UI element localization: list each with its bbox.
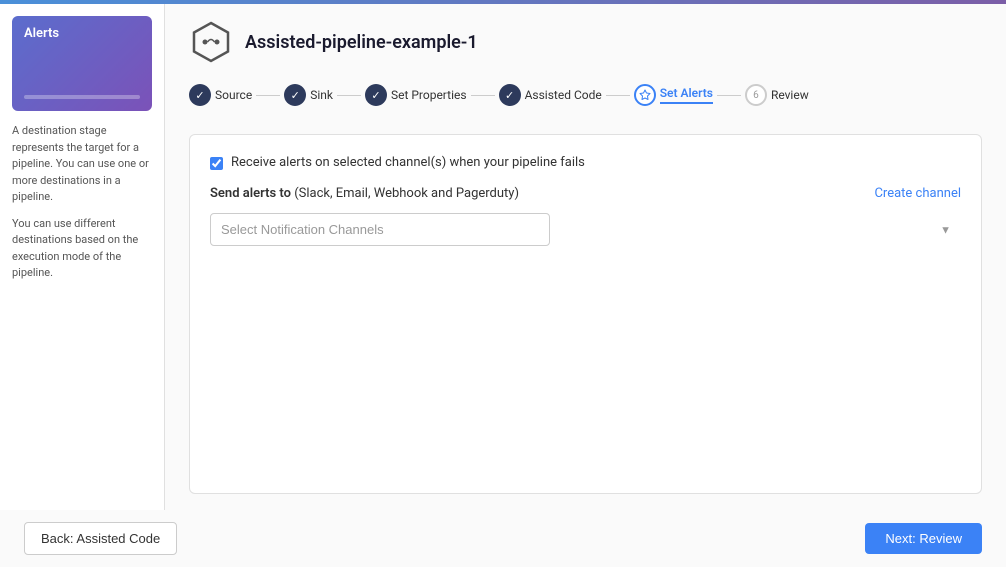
- step-assisted-label: Assisted Code: [525, 88, 602, 102]
- sidebar-description-1: A destination stage represents the targe…: [12, 123, 152, 206]
- notification-channels-dropdown[interactable]: Select Notification Channels: [210, 213, 550, 246]
- sep-3: [471, 95, 495, 96]
- step-review-icon: 6: [745, 84, 767, 106]
- sep-4: [606, 95, 630, 96]
- next-button[interactable]: Next: Review: [865, 523, 982, 554]
- step-set-properties[interactable]: ✓ Set Properties: [365, 84, 467, 106]
- create-channel-link[interactable]: Create channel: [874, 186, 961, 201]
- dropdown-container: Select Notification Channels ▼: [210, 213, 961, 246]
- step-alerts-icon: [634, 84, 656, 106]
- pipeline-title: Assisted-pipeline-example-1: [245, 32, 478, 53]
- stepper: ✓ Source ✓ Sink ✓ Set Properties ✓ Assis…: [189, 84, 982, 106]
- send-alerts-row: Send alerts to (Slack, Email, Webhook an…: [210, 186, 961, 201]
- footer-buttons: Back: Assisted Code Next: Review: [0, 510, 1006, 567]
- step-alerts-label: Set Alerts: [660, 86, 713, 104]
- sidebar-description-2: You can use different destinations based…: [12, 216, 152, 282]
- step-assisted-code[interactable]: ✓ Assisted Code: [499, 84, 602, 106]
- sep-1: [256, 95, 280, 96]
- step-sink[interactable]: ✓ Sink: [284, 84, 333, 106]
- sidebar-card: Alerts: [12, 16, 152, 111]
- sidebar-card-title: Alerts: [24, 26, 59, 41]
- step-set-alerts[interactable]: Set Alerts: [634, 84, 713, 106]
- content-header: Assisted-pipeline-example-1: [189, 20, 982, 64]
- step-review[interactable]: 6 Review: [745, 84, 809, 106]
- content-area: Assisted-pipeline-example-1 ✓ Source ✓ S…: [165, 4, 1006, 510]
- back-button[interactable]: Back: Assisted Code: [24, 522, 177, 555]
- step-assisted-icon: ✓: [499, 84, 521, 106]
- sidebar: Alerts A destination stage represents th…: [0, 4, 165, 510]
- sep-2: [337, 95, 361, 96]
- step-source[interactable]: ✓ Source: [189, 84, 252, 106]
- sidebar-description: A destination stage represents the targe…: [12, 123, 152, 292]
- send-alerts-sub: (Slack, Email, Webhook and Pagerduty): [294, 186, 519, 201]
- step-sink-icon: ✓: [284, 84, 306, 106]
- sidebar-card-bar: [24, 95, 140, 99]
- step-source-icon: ✓: [189, 84, 211, 106]
- step-review-label: Review: [771, 88, 809, 102]
- step-properties-label: Set Properties: [391, 88, 467, 102]
- send-alerts-label: Send alerts to (Slack, Email, Webhook an…: [210, 186, 874, 201]
- step-source-label: Source: [215, 88, 252, 102]
- checkbox-row: Receive alerts on selected channel(s) wh…: [210, 155, 961, 170]
- pipeline-icon: [189, 20, 233, 64]
- main-layout: Alerts A destination stage represents th…: [0, 4, 1006, 510]
- form-area: Receive alerts on selected channel(s) wh…: [189, 134, 982, 494]
- dropdown-arrow-icon: ▼: [940, 223, 951, 236]
- sep-5: [717, 95, 741, 96]
- step-sink-label: Sink: [310, 88, 333, 102]
- step-properties-icon: ✓: [365, 84, 387, 106]
- send-alerts-strong: Send alerts to: [210, 186, 291, 201]
- alerts-checkbox[interactable]: [210, 157, 223, 170]
- receive-alerts-text: Receive alerts on selected channel(s) wh…: [231, 155, 585, 170]
